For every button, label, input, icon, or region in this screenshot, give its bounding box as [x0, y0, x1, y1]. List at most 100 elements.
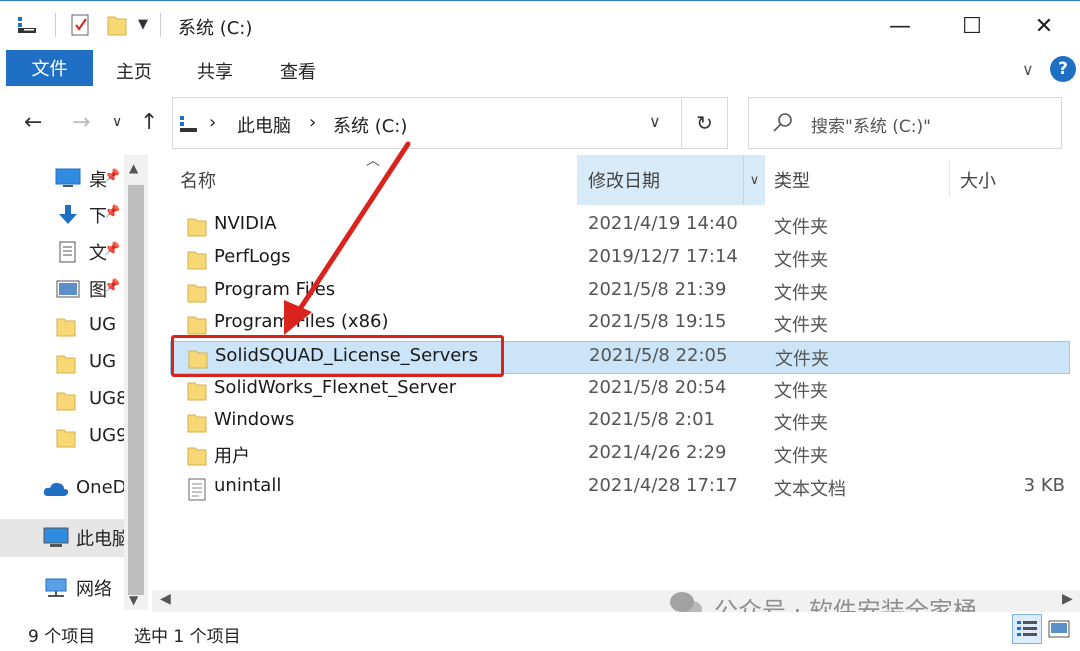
- tab-file[interactable]: 文件: [6, 50, 93, 86]
- file-date: 2021/4/26 2:29: [588, 442, 727, 463]
- column-header-size[interactable]: 大小: [950, 155, 1070, 205]
- customize-toolbar-icon[interactable]: ▼: [138, 17, 148, 32]
- annotation-arrow: [284, 141, 411, 335]
- column-header-date[interactable]: 修改日期: [577, 155, 743, 205]
- file-date: 2021/5/8 2:01: [588, 409, 715, 430]
- sidebar-item-ug-1[interactable]: UG: [0, 308, 128, 344]
- column-header-type[interactable]: 类型: [765, 155, 949, 205]
- folder-icon: [186, 380, 208, 406]
- folder-icon: [55, 353, 77, 380]
- address-bar[interactable]: › 此电脑 › 系统 (C:) ∨: [172, 97, 682, 149]
- column-filter-dropdown-icon[interactable]: ∨: [743, 155, 765, 205]
- forward-button[interactable]: →: [72, 110, 90, 135]
- search-icon: [771, 110, 795, 138]
- expand-ribbon-icon[interactable]: ∨: [1022, 60, 1034, 79]
- file-type: 文件夹: [774, 413, 828, 434]
- tab-home[interactable]: 主页: [116, 58, 152, 84]
- search-placeholder: 搜索"系统 (C:)": [811, 117, 931, 137]
- scroll-up-icon[interactable]: ▲: [129, 161, 138, 175]
- status-bar: 9 个项目 选中 1 个项目: [0, 612, 1080, 651]
- sidebar-item-label: UG: [89, 314, 117, 335]
- new-folder-icon[interactable]: [106, 13, 128, 37]
- sidebar-item-this-pc[interactable]: 此电脑: [0, 519, 128, 557]
- sidebar-item-label: OneD: [76, 477, 127, 498]
- sidebar-item-documents[interactable]: 文 📌: [0, 233, 128, 269]
- sidebar-item-ug9[interactable]: UG9: [0, 419, 128, 455]
- back-button[interactable]: ←: [24, 110, 42, 135]
- close-button[interactable]: ✕: [1008, 1, 1080, 51]
- file-type: 文件夹: [774, 446, 828, 467]
- sidebar-item-downloads[interactable]: 下 📌: [0, 196, 128, 232]
- search-box[interactable]: 搜索"系统 (C:)": [748, 97, 1062, 149]
- scroll-right-icon[interactable]: ▶: [1062, 591, 1073, 607]
- breadcrumb-this-pc[interactable]: 此电脑: [237, 112, 291, 138]
- pin-icon: 📌: [104, 205, 121, 220]
- details-view-icon: [1017, 621, 1037, 636]
- file-date: 2021/5/8 20:54: [588, 377, 727, 398]
- cloud-icon: [42, 479, 70, 504]
- sidebar-item-label: 此电脑: [76, 529, 128, 550]
- document-icon: [55, 241, 81, 268]
- navigation-pane: 桌 📌 下 📌 文 📌 图 📌 UG UG UG8 UG9 OneD 此电脑 网…: [0, 155, 148, 610]
- file-name: SolidWorks_Flexnet_Server: [214, 377, 457, 398]
- breadcrumb-separator[interactable]: ›: [309, 112, 316, 133]
- file-type: 文件夹: [774, 381, 828, 402]
- breadcrumb-separator[interactable]: ›: [209, 112, 216, 133]
- pin-icon: 📌: [104, 242, 121, 257]
- file-row[interactable]: SolidWorks_Flexnet_Server 2021/5/8 20:54…: [170, 374, 1070, 407]
- computer-icon: [42, 527, 70, 554]
- sidebar-item-network[interactable]: 网络: [0, 569, 128, 605]
- sidebar-item-ug-2[interactable]: UG: [0, 345, 128, 381]
- sidebar-item-label: UG: [89, 351, 117, 372]
- annotation-highlight-box: [171, 335, 504, 377]
- folder-icon: [186, 282, 208, 308]
- sidebar-item-desktop[interactable]: 桌 📌: [0, 160, 128, 196]
- sidebar-item-pictures[interactable]: 图 📌: [0, 270, 128, 306]
- separator: [160, 13, 161, 37]
- file-row[interactable]: 用户 2021/4/26 2:29 文件夹: [170, 439, 1070, 472]
- minimize-button[interactable]: —: [864, 1, 936, 51]
- details-view-button[interactable]: [1012, 614, 1042, 644]
- pin-icon: 📌: [104, 169, 121, 184]
- scroll-down-icon[interactable]: ▼: [129, 593, 138, 607]
- navigation-scrollbar[interactable]: ▲ ▼: [124, 155, 148, 610]
- file-type: 文件夹: [774, 283, 828, 304]
- breadcrumb-drive-c[interactable]: 系统 (C:): [333, 112, 407, 138]
- tab-share[interactable]: 共享: [197, 58, 233, 84]
- file-row[interactable]: Windows 2021/5/8 2:01 文件夹: [170, 406, 1070, 439]
- drive-icon[interactable]: [16, 13, 38, 35]
- recent-locations-button[interactable]: ∨: [112, 114, 122, 130]
- folder-icon: [55, 427, 77, 454]
- folder-icon: [186, 412, 208, 438]
- file-size: 3 KB: [1023, 475, 1065, 496]
- file-date: 2021/5/8 21:39: [588, 279, 727, 300]
- file-type: 文件夹: [774, 315, 828, 336]
- folder-icon: [55, 390, 77, 417]
- network-icon: [42, 577, 70, 604]
- file-date: 2019/12/7 17:14: [588, 246, 738, 267]
- text-document-icon: [186, 478, 208, 506]
- file-type: 文件夹: [774, 250, 828, 271]
- large-icons-view-button[interactable]: [1044, 614, 1074, 644]
- desktop-icon: [55, 168, 81, 193]
- scroll-thumb[interactable]: [128, 185, 144, 595]
- file-type: 文件夹: [775, 349, 829, 370]
- file-row[interactable]: unintall 2021/4/28 17:17 文本文档 3 KB: [170, 472, 1070, 505]
- title-bar: ▼ 系统 (C:) — ☐ ✕: [0, 0, 1080, 50]
- tab-view[interactable]: 查看: [280, 58, 316, 84]
- properties-icon[interactable]: [70, 13, 92, 37]
- window-title: 系统 (C:): [178, 18, 253, 39]
- file-date: 2021/5/8 22:05: [589, 345, 728, 366]
- folder-icon: [186, 445, 208, 471]
- sidebar-item-label: UG9: [89, 425, 128, 446]
- ribbon: 文件 主页 共享 查看 ∨ ?: [0, 50, 1080, 90]
- sidebar-item-ug8[interactable]: UG8: [0, 382, 128, 418]
- refresh-button[interactable]: ↻: [682, 97, 728, 149]
- scroll-left-icon[interactable]: ◀: [160, 591, 171, 607]
- sidebar-item-onedrive[interactable]: OneD: [0, 471, 128, 507]
- help-icon[interactable]: ?: [1050, 56, 1076, 82]
- maximize-button[interactable]: ☐: [936, 1, 1008, 51]
- computer-icon: [179, 114, 199, 138]
- address-dropdown-icon[interactable]: ∨: [649, 112, 661, 131]
- up-button[interactable]: ↑: [140, 110, 158, 135]
